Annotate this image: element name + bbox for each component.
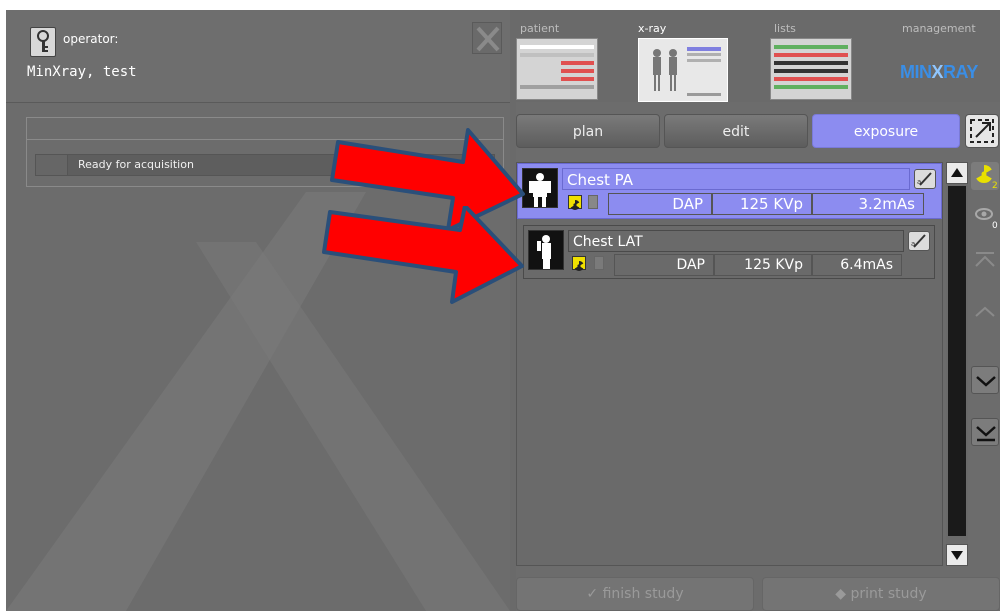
- pencil-icon: a: [911, 234, 926, 248]
- dap-field: DAP: [608, 193, 712, 215]
- chevron-up-icon: [975, 306, 995, 317]
- procedure-name: Chest LAT: [568, 230, 904, 252]
- svg-text:a: a: [911, 240, 915, 248]
- body-figure-icon: [653, 47, 721, 96]
- maximize-button[interactable]: [965, 114, 999, 148]
- delete-icon[interactable]: [588, 195, 598, 209]
- procedure-name: Chest PA: [562, 168, 910, 190]
- nav-label-xray: x-ray: [638, 22, 667, 35]
- svg-text:0: 0: [992, 221, 998, 230]
- operator-key-button[interactable]: [30, 27, 56, 57]
- operator-name: MinXray, test: [27, 64, 137, 80]
- status-text: Ready for acquisition: [78, 158, 194, 171]
- logout-button[interactable]: [472, 22, 502, 54]
- procedure-item-chest-lat[interactable]: Chest LAT a DAP 125 KVp 6.4mAs: [523, 225, 935, 279]
- operator-label: operator:: [63, 32, 119, 46]
- view-toggle-button[interactable]: 0: [971, 202, 999, 231]
- checkmark-icon: ✓: [586, 586, 599, 602]
- mas-field[interactable]: 3.2mAs: [812, 193, 924, 215]
- nav-label-management[interactable]: management: [902, 22, 976, 35]
- chest-pa-thumbnail: [522, 168, 558, 208]
- eye-icon: 0: [975, 208, 998, 231]
- triangle-up-icon: [951, 168, 963, 177]
- maximize-icon: [970, 119, 994, 143]
- dap-field: DAP: [614, 254, 714, 276]
- nav-patient-thumb[interactable]: [516, 38, 598, 100]
- chest-lat-icon: [529, 231, 563, 269]
- edit-procedure-button[interactable]: a: [908, 231, 930, 251]
- delete-icon[interactable]: [594, 256, 604, 270]
- radiation-icon: [568, 195, 582, 210]
- kvp-field[interactable]: 125 KVp: [712, 193, 812, 215]
- triangle-down-icon: [951, 551, 963, 560]
- finish-study-button[interactable]: ✓ finish study: [516, 577, 754, 611]
- tab-plan[interactable]: plan: [516, 114, 660, 148]
- scroll-down-button[interactable]: [946, 544, 968, 566]
- status-box: Ready for acquisition: [26, 117, 504, 187]
- nav-label-lists: lists: [774, 22, 796, 35]
- status-row: Ready for acquisition: [35, 154, 495, 176]
- scrollbar-thumb[interactable]: [948, 186, 966, 536]
- acquisition-panel: Ready for acquisition: [6, 102, 510, 611]
- radiation-icon: 2: [976, 165, 998, 191]
- procedure-panel: plan edit exposure Chest PA a DAP 125 KV…: [516, 102, 1000, 611]
- procedure-scrollbar[interactable]: [946, 162, 968, 566]
- chevron-down-icon: [976, 376, 996, 387]
- side-toolbar: 2 0: [971, 162, 1000, 566]
- pencil-icon: a: [917, 172, 932, 186]
- print-icon: ◆: [835, 586, 847, 602]
- procedure-list[interactable]: Chest PA a DAP 125 KVp 3.2mAs Chest LAT …: [516, 162, 943, 566]
- kvp-field[interactable]: 125 KVp: [714, 254, 812, 276]
- tab-exposure[interactable]: exposure: [812, 114, 960, 148]
- app-window: operator: MinXray, test patient x-ray li…: [6, 10, 1000, 611]
- move-to-top-button[interactable]: [971, 246, 999, 274]
- mas-field[interactable]: 6.4mAs: [812, 254, 902, 276]
- key-icon: [37, 30, 49, 52]
- status-indicator: [36, 155, 68, 175]
- svg-text:a: a: [917, 178, 921, 186]
- move-down-button[interactable]: [971, 366, 999, 394]
- chest-lat-thumbnail: [528, 230, 564, 270]
- chest-pa-icon: [523, 169, 557, 207]
- tab-edit[interactable]: edit: [664, 114, 808, 148]
- nav-label-patient: patient: [520, 22, 560, 35]
- nav-lists-thumb[interactable]: [770, 38, 852, 100]
- radiation-icon: [572, 256, 586, 271]
- double-chevron-down-icon: [976, 426, 996, 442]
- radiation-toggle-button[interactable]: 2: [971, 162, 999, 191]
- double-chevron-up-icon: [975, 252, 995, 267]
- move-to-bottom-button[interactable]: [971, 418, 999, 446]
- minxray-logo: MINXRAY: [900, 62, 978, 82]
- status-header: [27, 118, 503, 140]
- edit-procedure-button[interactable]: a: [914, 169, 936, 189]
- nav-xray-thumb[interactable]: [638, 38, 728, 102]
- print-study-button[interactable]: ◆ print study: [762, 577, 1000, 611]
- procedure-item-chest-pa[interactable]: Chest PA a DAP 125 KVp 3.2mAs: [517, 163, 942, 219]
- close-x-icon: [476, 26, 500, 52]
- scroll-up-button[interactable]: [946, 162, 968, 184]
- move-up-button[interactable]: [971, 298, 999, 326]
- svg-text:2: 2: [992, 181, 998, 190]
- operator-header: operator: MinXray, test: [6, 10, 510, 102]
